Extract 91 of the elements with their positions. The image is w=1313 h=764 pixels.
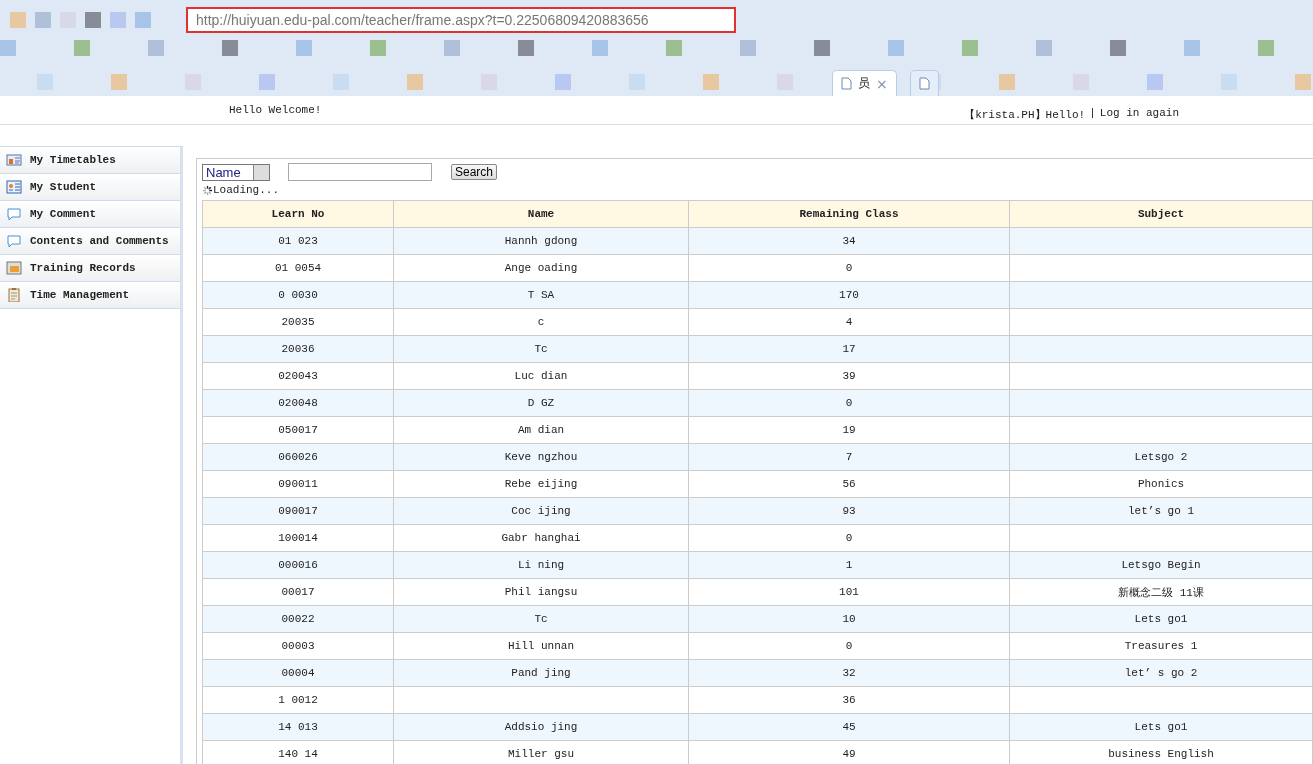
table-cell: Tc [393, 335, 689, 363]
column-header[interactable]: Subject [1009, 200, 1313, 228]
close-icon[interactable]: × [876, 75, 888, 92]
table-cell: 34 [688, 227, 1010, 255]
table-cell: Rebe eijing [393, 470, 689, 498]
table-cell: c [393, 308, 689, 336]
table-cell: 新概念二级 11课 [1009, 578, 1313, 606]
clipboard-icon [6, 288, 22, 302]
table-cell: Letsgo Begin [1009, 551, 1313, 579]
table-cell: let’s go 1 [1009, 497, 1313, 525]
table-cell: 140 14 [202, 740, 394, 764]
document-icon [841, 77, 852, 90]
address-bar[interactable]: http://huiyuan.edu-pal.com/teacher/frame.aspx?t=0.22506809420883656 [186, 7, 736, 33]
table-cell: Tc [393, 605, 689, 633]
welcome-text: Hello Welcome! [229, 104, 322, 116]
speech-bubble-icon [6, 207, 22, 221]
table-cell: Treasures 1 [1009, 632, 1313, 660]
table-cell: 14 013 [202, 713, 394, 741]
table-cell: 00004 [202, 659, 394, 687]
spinner-icon [202, 184, 213, 196]
table-cell: Luc dian [393, 362, 689, 390]
table-cell: 01 023 [202, 227, 394, 255]
table-cell: 01 0054 [202, 254, 394, 282]
search-field[interactable] [288, 163, 432, 181]
table-cell: 000016 [202, 551, 394, 579]
field-dropdown[interactable]: Name [202, 163, 270, 181]
table-cell: 0 [688, 254, 1010, 282]
table-cell: Phonics [1009, 470, 1313, 498]
document-icon [919, 77, 930, 90]
table-cell: 020043 [202, 362, 394, 390]
certificate-icon [6, 261, 22, 275]
table-cell: 0 [688, 389, 1010, 417]
user-greeting: 【krista.PH】Hello! [964, 107, 1086, 122]
table-cell: 20035 [202, 308, 394, 336]
table-cell: Addsio jing [393, 713, 689, 741]
table-cell: 4 [688, 308, 1010, 336]
table-cell: 050017 [202, 416, 394, 444]
logout-link[interactable]: Log in again [1099, 106, 1179, 122]
table-cell: let’ s go 2 [1009, 659, 1313, 687]
table-cell: Ange oading [393, 254, 689, 282]
table-cell: 10 [688, 605, 1010, 633]
id-card-icon [6, 180, 22, 194]
search-button[interactable]: Search [451, 164, 498, 180]
table-cell: 1 [688, 551, 1010, 579]
table-cell: 19 [688, 416, 1010, 444]
table-cell: Lets go1 [1009, 713, 1313, 741]
table-cell: Hannh gdong [393, 227, 689, 255]
table-cell: Lets go1 [1009, 605, 1313, 633]
table-cell: Pand jing [393, 659, 689, 687]
column-header[interactable]: Name [393, 200, 689, 228]
table-cell: 17 [688, 335, 1010, 363]
table-cell: 100014 [202, 524, 394, 552]
table-cell: Gabr hanghai [393, 524, 689, 552]
table-cell: 36 [688, 686, 1010, 714]
table-cell: Letsgo 2 [1009, 443, 1313, 471]
table-cell: 39 [688, 362, 1010, 390]
loading-text: Loading... [213, 184, 279, 196]
table-cell: 0 [688, 632, 1010, 660]
table-cell: 00003 [202, 632, 394, 660]
table-cell: 0 [688, 524, 1010, 552]
table-cell: 020048 [202, 389, 394, 417]
browser-tab[interactable] [910, 70, 939, 96]
table-cell: 56 [688, 470, 1010, 498]
table-cell: 32 [688, 659, 1010, 687]
browser-tab[interactable]: 员 × [832, 70, 897, 96]
table-cell: Hill unnan [393, 632, 689, 660]
table-cell: 00017 [202, 578, 394, 606]
table-cell: 20036 [202, 335, 394, 363]
column-header[interactable]: Learn No [202, 200, 394, 228]
table-cell: 00022 [202, 605, 394, 633]
table-cell: 93 [688, 497, 1010, 525]
column-header[interactable]: Remaining Class [688, 200, 1010, 228]
table-cell: 45 [688, 713, 1010, 741]
table-cell: D GZ [393, 389, 689, 417]
table-cell: 0 0030 [202, 281, 394, 309]
speech-bubble-icon [6, 234, 22, 248]
table-cell: 1 0012 [202, 686, 394, 714]
table-cell: 170 [688, 281, 1010, 309]
id-card-icon [6, 153, 22, 167]
table-cell: Keve ngzhou [393, 443, 689, 471]
table-cell: 090011 [202, 470, 394, 498]
table-cell: Phil iangsu [393, 578, 689, 606]
table-cell: 101 [688, 578, 1010, 606]
table-cell: T SA [393, 281, 689, 309]
table-cell: Li ning [393, 551, 689, 579]
table-cell: Am dian [393, 416, 689, 444]
table-cell: 060026 [202, 443, 394, 471]
separator-text: | [1089, 106, 1096, 121]
table-cell: 090017 [202, 497, 394, 525]
table-cell: 7 [688, 443, 1010, 471]
table-cell: Coc ijing [393, 497, 689, 525]
